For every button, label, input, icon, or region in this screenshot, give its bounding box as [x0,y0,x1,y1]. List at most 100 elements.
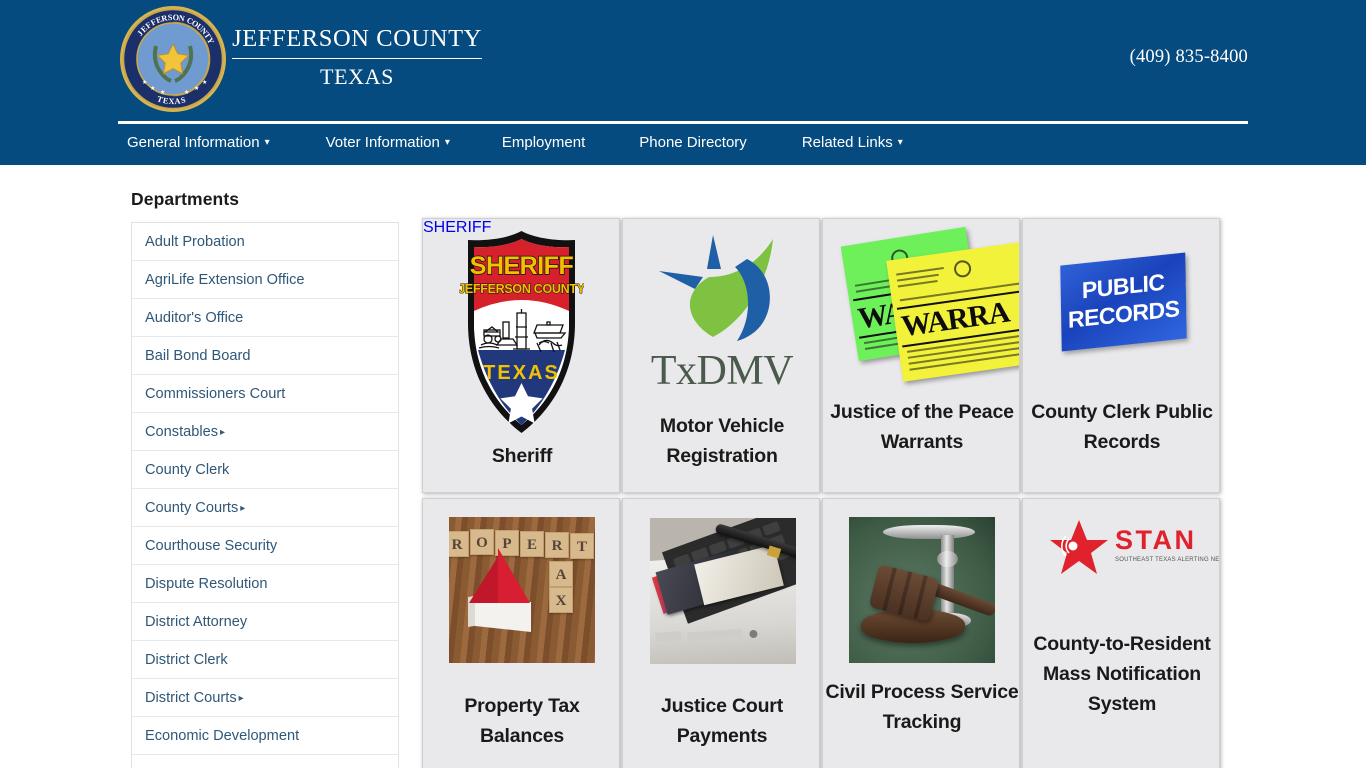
nav-label: Related Links [801,134,893,151]
tile-county-clerk-public-records[interactable]: PUBLIC RECORDS County Clerk Public Recor… [1022,218,1220,493]
sidebar-link[interactable]: Courthouse Security [132,527,398,565]
tile-caption-justice-of-the-peace-warrants: Justice of the Peace Warrants [830,401,1014,453]
svg-text:SHERIFF: SHERIFF [470,252,574,280]
departments-list: Adult Probation AgriLife Extension Offic… [131,222,399,768]
svg-text:★: ★ [184,89,189,96]
sidebar-link[interactable]: Dispute Resolution [132,565,398,603]
sidebar-link[interactable]: Commissioners Court [132,375,398,413]
svg-text:TEXAS: TEXAS [483,362,560,384]
stan-logo: STAN SOUTHEAST TEXAS ALERTING NETWORK [1049,517,1219,587]
nav-link-related-links[interactable]: Related Links ▾ [802,128,903,158]
tile-media [623,499,819,689]
sidebar-item-label: Economic Development [145,728,300,744]
tile-county-to-resident-mass-notification-system[interactable]: STAN SOUTHEAST TEXAS ALERTING NETWORK Co… [1022,498,1220,768]
sidebar-link[interactable]: Auditor's Office [132,299,398,337]
tile-caption-property-tax-balances: Property Tax Balances [464,695,580,747]
tile-media: TxDMV [623,219,819,409]
nav-label: General Information [127,134,260,151]
sidebar-link[interactable]: AgriLife Extension Office [132,261,398,299]
sidebar-item-label: Constables [145,424,219,440]
tile-motor-vehicle-registration[interactable]: TxDMV Motor Vehicle Registration [622,218,820,493]
nav-link-employment[interactable]: Employment [502,128,585,158]
nav-item-general-information[interactable]: General Information ▾ [127,128,270,165]
sidebar-item-courthouse-security[interactable]: Courthouse Security [132,527,398,565]
sidebar-item-constables[interactable]: Constables ▸ [132,413,398,451]
sidebar-link[interactable]: County Courts ▸ [132,489,398,528]
tile-caption-motor-vehicle-registration: Motor Vehicle Registration [659,415,785,467]
tile-caption-county-to-resident-mass-notification-system: County-to-Resident Mass Notification Sys… [1033,633,1211,715]
sidebar-link[interactable]: Constables ▸ [132,413,398,452]
tile-civil-process-service-tracking[interactable]: Civil Process Service Tracking [822,498,1020,768]
nav-item-phone-directory[interactable]: Phone Directory [639,128,747,165]
main-navigation: General Information ▾ Voter Information ▾ … [0,128,1366,165]
tile-caption-sheriff: Sheriff [491,445,553,467]
site-header: J E F F E R S O N C O U N T Y T E X A S … [0,0,1366,165]
sidebar-link[interactable]: Adult Probation [132,223,398,261]
tile-justice-court-payments[interactable]: Justice Court Payments [622,498,820,768]
header-divider [118,121,1248,124]
warrant-documents-image: WAR WARRA [840,226,1019,396]
sidebar-item-label: County Courts [145,500,239,516]
tile-justice-of-the-peace-warrants[interactable]: WAR WARRA Justice of the Peace Warrants [822,218,1020,493]
chevron-right-icon: ▸ [240,503,246,514]
sidebar-item-district-clerk[interactable]: District Clerk [132,641,398,679]
brand-line-state: TEXAS [320,64,394,89]
svg-text:★: ★ [150,85,155,92]
header-phone-number[interactable]: (409) 835-8400 [1130,47,1248,68]
svg-text:★: ★ [142,79,147,86]
sidebar-item-label: District Attorney [145,614,248,630]
warrant-card-yellow: WARRA [886,240,1019,382]
sidebar-item-county-courts[interactable]: County Courts ▸ [132,489,398,527]
svg-text:★: ★ [194,85,199,92]
sidebar-link[interactable]: Economic Development [132,717,398,755]
sidebar-item-district-attorney[interactable]: District Attorney [132,603,398,641]
departments-heading: Departments [131,189,240,209]
chevron-down-icon: ▾ [444,137,450,148]
chevron-down-icon: ▾ [264,137,270,148]
nav-label: Voter Information [325,134,440,151]
sidebar-item-economic-development[interactable]: Economic Development [132,717,398,755]
sidebar-item-district-courts[interactable]: District Courts ▸ [132,679,398,717]
chevron-down-icon: ▾ [897,137,903,148]
sidebar-item-commissioners-court[interactable]: Commissioners Court [132,375,398,413]
nav-list: General Information ▾ Voter Information ▾ … [0,128,1366,165]
svg-text:★: ★ [202,79,207,86]
sidebar-item-adult-probation[interactable]: Adult Probation [132,223,398,261]
sidebar-item-label: Auditor's Office [145,310,244,326]
txdmv-wordmark: TxDMV [650,348,794,394]
tile-sheriff[interactable]: SHERIFF JEFFERSON COUNTY TEXAS SHERIFF S… [422,218,620,493]
quick-links-tile-grid: SHERIFF JEFFERSON COUNTY TEXAS SHERIFF S… [422,218,1234,768]
sheriff-badge-top-text: SHERIFF [423,219,492,236]
tile-media: PUBLIC RECORDS [1023,219,1219,409]
sidebar-link[interactable]: Bail Bond Board [132,337,398,375]
county-seal-logo[interactable]: J E F F E R S O N C O U N T Y T E X A S … [120,6,226,112]
sidebar-link[interactable]: County Clerk [132,451,398,489]
tile-row-2: R O P E R T A X Property Tax Balances Ju… [422,498,1234,768]
sidebar-link[interactable]: District Courts ▸ [132,679,398,718]
departments-sidebar: Departments Adult Probation AgriLife Ext… [131,165,399,768]
nav-item-employment[interactable]: Employment [502,128,585,165]
nav-item-voter-information[interactable]: Voter Information ▾ [326,128,450,165]
svg-text:★: ★ [160,89,165,96]
tile-media [823,499,1019,689]
nav-item-related-links[interactable]: Related Links ▾ [802,128,903,165]
sidebar-item-bail-bond-board[interactable]: Bail Bond Board [132,337,398,375]
sidebar-link[interactable]: District Clerk [132,641,398,679]
sidebar-item-dispute-resolution[interactable]: Dispute Resolution [132,565,398,603]
sidebar-link[interactable]: District Attorney [132,603,398,641]
page-body: Departments Adult Probation AgriLife Ext… [0,165,1366,768]
sidebar-item-county-clerk[interactable]: County Clerk [132,451,398,489]
sidebar-item-label: AgriLife Extension Office [145,272,305,288]
nav-link-phone-directory[interactable]: Phone Directory [639,128,747,158]
sidebar-item-label: District Clerk [145,652,228,668]
nav-link-general-information[interactable]: General Information ▾ [127,128,270,158]
sidebar-item-label: County Clerk [145,462,230,478]
sidebar-item-label: Dispute Resolution [145,576,268,592]
nav-link-voter-information[interactable]: Voter Information ▾ [326,128,450,158]
sidebar-item-emergency-management[interactable]: Emergency Management [132,755,398,768]
sidebar-item-agrilife-extension-office[interactable]: AgriLife Extension Office [132,261,398,299]
site-brand[interactable]: JEFFERSON COUNTY TEXAS [232,24,482,93]
sidebar-link[interactable]: Emergency Management [132,755,398,768]
sidebar-item-auditors-office[interactable]: Auditor's Office [132,299,398,337]
tile-property-tax-balances[interactable]: R O P E R T A X Property Tax Balances [422,498,620,768]
